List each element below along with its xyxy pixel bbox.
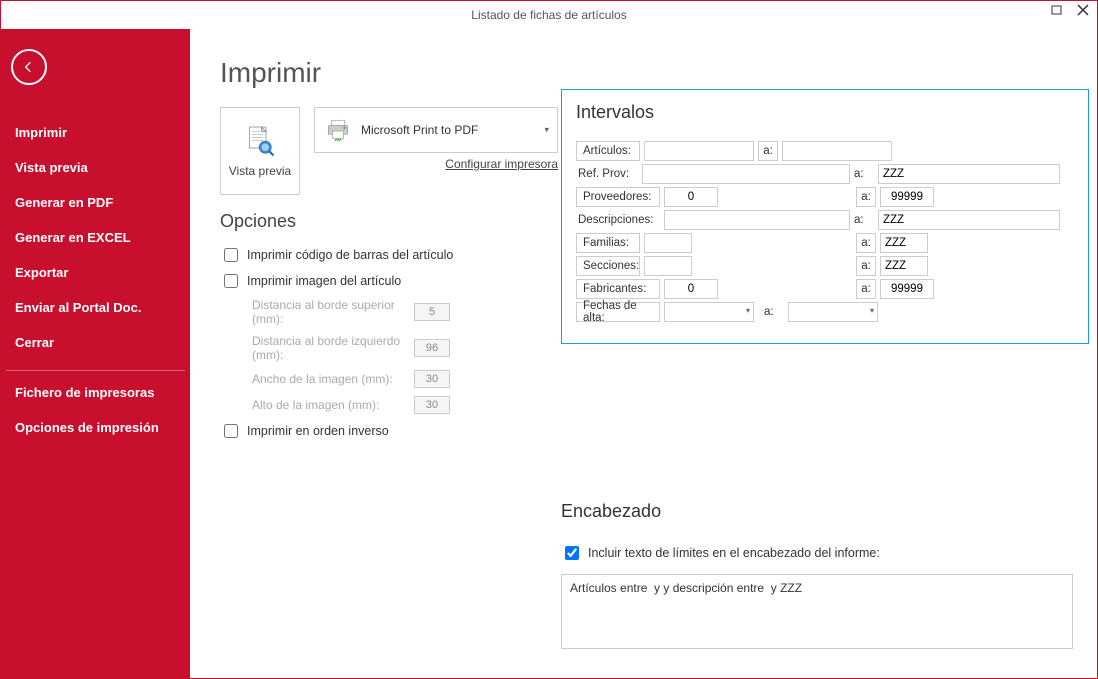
articulos-from[interactable] <box>644 141 754 161</box>
printer-icon <box>325 117 351 143</box>
title-bar: Listado de fichas de artículos <box>1 1 1097 29</box>
intervalos-panel: Intervalos Artículos: a: Ref. Prov: a: P… <box>561 89 1089 344</box>
a-label: a: <box>758 141 778 161</box>
checkbox-reverse-order[interactable]: Imprimir en orden inverso <box>220 418 1077 444</box>
dist-left-row: Distancia al borde izquierdo (mm): <box>220 330 450 366</box>
fabricantes-to[interactable] <box>880 279 934 299</box>
dist-top-row: Distancia al borde superior (mm): <box>220 294 450 330</box>
row-proveedores: Proveedores: a: <box>576 187 1074 207</box>
sidebar-item-cerrar[interactable]: Cerrar <box>11 325 180 360</box>
sidebar-item-enviar-portal[interactable]: Enviar al Portal Doc. <box>11 290 180 325</box>
intervalos-title: Intervalos <box>576 102 1074 123</box>
dist-left-input <box>414 339 450 357</box>
label-proveedores: Proveedores: <box>576 187 660 207</box>
label-articulos: Artículos: <box>576 141 640 161</box>
secciones-to[interactable] <box>880 256 928 276</box>
descripciones-to[interactable] <box>878 210 1060 230</box>
label-fabricantes: Fabricantes: <box>576 279 660 299</box>
secciones-from[interactable] <box>644 256 692 276</box>
configurar-impresora-link[interactable]: Configurar impresora <box>414 157 558 171</box>
vista-previa-button[interactable]: Vista previa <box>220 107 300 195</box>
familias-to[interactable] <box>880 233 928 253</box>
row-familias: Familias: a: <box>576 233 1074 253</box>
sidebar-item-generar-pdf[interactable]: Generar en PDF <box>11 185 180 220</box>
sidebar-item-generar-excel[interactable]: Generar en EXCEL <box>11 220 180 255</box>
height-row: Alto de la imagen (mm): <box>220 392 450 418</box>
sidebar-item-fichero-impresoras[interactable]: Fichero de impresoras <box>11 375 180 410</box>
page-title: Imprimir <box>220 57 1077 89</box>
dist-top-input <box>414 303 450 321</box>
descripciones-from[interactable] <box>664 210 850 230</box>
chevron-down-icon: ▾ <box>544 125 549 136</box>
ref-prov-to[interactable] <box>878 164 1060 184</box>
sidebar-item-exportar[interactable]: Exportar <box>11 255 180 290</box>
checkbox-input-reverse[interactable] <box>224 424 238 438</box>
width-input <box>414 370 450 388</box>
checkbox-input-include-limits[interactable] <box>565 546 579 560</box>
label-ref-prov: Ref. Prov: <box>576 168 638 180</box>
width-row: Ancho de la imagen (mm): <box>220 366 450 392</box>
encabezado-title: Encabezado <box>561 501 1089 522</box>
row-descripciones: Descripciones: a: <box>576 210 1074 230</box>
fabricantes-from[interactable] <box>664 279 718 299</box>
label-descripciones: Descripciones: <box>576 214 660 226</box>
row-fechas: Fechas de alta: ▾ a: ▾ <box>576 302 1074 322</box>
sidebar-item-vista-previa[interactable]: Vista previa <box>11 150 180 185</box>
label-fechas: Fechas de alta: <box>576 302 660 322</box>
proveedores-from[interactable] <box>664 187 718 207</box>
maximize-button[interactable] <box>1049 3 1065 19</box>
back-button[interactable] <box>11 49 47 85</box>
ref-prov-from[interactable] <box>642 164 850 184</box>
vista-previa-label: Vista previa <box>229 164 291 178</box>
sidebar: Imprimir Vista previa Generar en PDF Gen… <box>1 29 190 678</box>
fechas-to[interactable] <box>788 302 878 322</box>
sidebar-item-imprimir[interactable]: Imprimir <box>11 115 180 150</box>
sidebar-separator <box>6 370 185 371</box>
close-button[interactable] <box>1075 3 1091 19</box>
row-fabricantes: Fabricantes: a: <box>576 279 1074 299</box>
header-text-input[interactable] <box>561 574 1073 649</box>
articulos-to[interactable] <box>782 141 892 161</box>
printer-name: Microsoft Print to PDF <box>361 123 478 137</box>
printer-select[interactable]: Microsoft Print to PDF ▾ <box>314 107 558 153</box>
document-preview-icon <box>242 124 278 160</box>
window-title: Listado de fichas de artículos <box>471 8 626 22</box>
sidebar-item-opciones-impresion[interactable]: Opciones de impresión <box>11 410 180 445</box>
height-input <box>414 396 450 414</box>
checkbox-include-limits[interactable]: Incluir texto de límites en el encabezad… <box>561 540 1089 566</box>
label-secciones: Secciones: <box>576 256 640 276</box>
label-familias: Familias: <box>576 233 640 253</box>
fechas-from[interactable] <box>664 302 754 322</box>
checkbox-input-barcode[interactable] <box>224 248 238 262</box>
row-secciones: Secciones: a: <box>576 256 1074 276</box>
row-articulos: Artículos: a: <box>576 141 1074 161</box>
checkbox-input-image[interactable] <box>224 274 238 288</box>
familias-from[interactable] <box>644 233 692 253</box>
proveedores-to[interactable] <box>880 187 934 207</box>
encabezado-panel: Encabezado Incluir texto de límites en e… <box>561 501 1089 652</box>
row-ref-prov: Ref. Prov: a: <box>576 164 1074 184</box>
